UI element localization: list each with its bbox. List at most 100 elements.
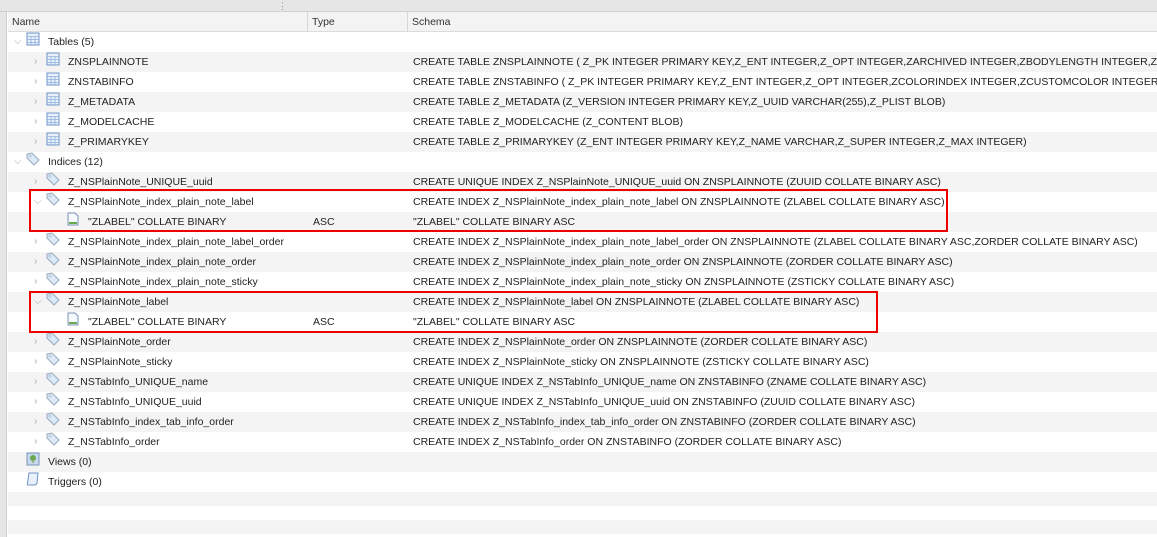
index-row[interactable]: › Z_NSPlainNote_order CREATE INDEX Z_NSPla… (8, 332, 1157, 352)
split-handle[interactable]: ⋮ (278, 1, 287, 11)
table-icon (46, 52, 60, 66)
schema-tree: ⌵ Tables (5) › ZNSPLAINNOTE CREATE TABLE ZNS… (8, 32, 1157, 534)
group-indices[interactable]: ⌵ Indices (12) (8, 152, 1157, 172)
group-tables[interactable]: ⌵ Tables (5) (8, 32, 1157, 52)
row-schema: CREATE UNIQUE INDEX Z_NSTabInfo_UNIQUE_n… (413, 376, 927, 388)
row-name: Indices (12) (48, 156, 103, 168)
index-row[interactable]: › Z_NSTabInfo_index_tab_info_order CREATE … (8, 412, 1157, 432)
trigger-icon (26, 472, 40, 486)
row-schema: CREATE INDEX Z_NSPlainNote_index_plain_n… (413, 256, 953, 268)
row-name: Z_NSTabInfo_UNIQUE_name (68, 376, 209, 388)
index-row[interactable]: › Z_NSTabInfo_UNIQUE_uuid CREATE UNIQUE IN… (8, 392, 1157, 412)
row-name: Z_MODELCACHE (68, 116, 155, 128)
index-row[interactable]: › Z_NSTabInfo_UNIQUE_name CREATE UNIQUE IN… (8, 372, 1157, 392)
index-row[interactable]: › Z_NSPlainNote_sticky CREATE INDEX Z_NSPl… (8, 352, 1157, 372)
column-icon (66, 312, 80, 326)
index-tag-icon (46, 352, 60, 366)
row-schema: CREATE INDEX Z_NSTabInfo_order ON ZNSTAB… (413, 436, 842, 448)
row-name: Views (0) (48, 456, 92, 468)
table-row[interactable]: › ZNSPLAINNOTE CREATE TABLE ZNSPLAINNOTE (… (8, 52, 1157, 72)
row-schema: CREATE INDEX Z_NSPlainNote_index_plain_n… (413, 196, 945, 208)
table-row[interactable]: › Z_MODELCACHE CREATE TABLE Z_MODELCACHE (… (8, 112, 1157, 132)
index-tag-icon (46, 192, 60, 206)
row-name: ZNSTABINFO (68, 76, 134, 88)
chevron-right-icon[interactable]: › (34, 272, 37, 292)
table-icon (26, 32, 40, 46)
index-row[interactable]: › Z_NSPlainNote_index_plain_note_sticky CR… (8, 272, 1157, 292)
column-icon (66, 212, 80, 226)
chevron-right-icon[interactable]: › (34, 72, 37, 92)
row-schema: CREATE INDEX Z_NSPlainNote_sticky ON ZNS… (413, 356, 869, 368)
index-column-row[interactable]: "ZLABEL" COLLATE BINARY ASC "ZLABEL" COLLA… (8, 212, 1157, 232)
empty-row (8, 506, 1157, 520)
row-type: ASC (313, 316, 335, 328)
index-row[interactable]: › Z_NSPlainNote_index_plain_note_label_or… (8, 232, 1157, 252)
chevron-down-icon[interactable]: ⌵ (34, 192, 42, 212)
index-row[interactable]: ⌵ Z_NSPlainNote_label CREATE INDEX Z_NSPla… (8, 292, 1157, 312)
column-name-header[interactable]: Name (8, 12, 308, 32)
row-schema: CREATE TABLE Z_METADATA (Z_VERSION INTEG… (413, 96, 946, 108)
chevron-right-icon[interactable]: › (34, 92, 37, 112)
table-icon (46, 92, 60, 106)
chevron-right-icon[interactable]: › (34, 372, 37, 392)
chevron-down-icon[interactable]: ⌵ (14, 32, 22, 52)
row-schema: CREATE INDEX Z_NSTabInfo_index_tab_info_… (413, 416, 916, 428)
row-name: Z_NSPlainNote_UNIQUE_uuid (68, 176, 213, 188)
row-schema: CREATE TABLE Z_PRIMARYKEY (Z_ENT INTEGER… (413, 136, 1027, 148)
row-name: "ZLABEL" COLLATE BINARY (88, 316, 227, 328)
row-schema: "ZLABEL" COLLATE BINARY ASC (413, 316, 576, 328)
row-schema: CREATE TABLE Z_MODELCACHE (Z_CONTENT BLO… (413, 116, 683, 128)
index-row[interactable]: › Z_NSPlainNote_index_plain_note_order CRE… (8, 252, 1157, 272)
column-header: Name Type Schema (8, 12, 1157, 32)
table-icon (46, 112, 60, 126)
chevron-down-icon[interactable]: ⌵ (14, 152, 22, 172)
chevron-right-icon[interactable]: › (34, 172, 37, 192)
row-name: Z_NSTabInfo_UNIQUE_uuid (68, 396, 202, 408)
index-tag-icon (46, 292, 60, 306)
index-tag-icon (46, 332, 60, 346)
group-triggers[interactable]: Triggers (0) (8, 472, 1157, 492)
chevron-right-icon[interactable]: › (34, 252, 37, 272)
row-name: Z_NSPlainNote_order (68, 336, 171, 348)
index-row[interactable]: ⌵ Z_NSPlainNote_index_plain_note_label CRE… (8, 192, 1157, 212)
table-row[interactable]: › Z_METADATA CREATE TABLE Z_METADATA (Z_VE… (8, 92, 1157, 112)
row-type: ASC (313, 216, 335, 228)
row-name: Z_NSPlainNote_index_plain_note_label (68, 196, 254, 208)
row-schema: CREATE UNIQUE INDEX Z_NSPlainNote_UNIQUE… (413, 176, 941, 188)
chevron-right-icon[interactable]: › (34, 352, 37, 372)
left-edge (0, 12, 7, 537)
row-name: Z_NSPlainNote_index_plain_note_order (68, 256, 256, 268)
row-schema: CREATE TABLE ZNSTABINFO ( Z_PK INTEGER P… (413, 76, 1157, 88)
chevron-right-icon[interactable]: › (34, 52, 37, 72)
chevron-right-icon[interactable]: › (34, 332, 37, 352)
index-row[interactable]: › Z_NSTabInfo_order CREATE INDEX Z_NSTabIn… (8, 432, 1157, 452)
chevron-down-icon[interactable]: ⌵ (34, 292, 42, 312)
group-views[interactable]: Views (0) (8, 452, 1157, 472)
index-tag-icon (46, 272, 60, 286)
index-row[interactable]: › Z_NSPlainNote_UNIQUE_uuid CREATE UNIQUE … (8, 172, 1157, 192)
chevron-right-icon[interactable]: › (34, 132, 37, 152)
index-column-row[interactable]: "ZLABEL" COLLATE BINARY ASC "ZLABEL" COLLA… (8, 312, 1157, 332)
index-tag-icon (46, 252, 60, 266)
row-name: Triggers (0) (48, 476, 102, 488)
table-row[interactable]: › ZNSTABINFO CREATE TABLE ZNSTABINFO ( Z_P… (8, 72, 1157, 92)
row-name: Z_NSPlainNote_sticky (68, 356, 173, 368)
chevron-right-icon[interactable]: › (34, 232, 37, 252)
chevron-right-icon[interactable]: › (34, 392, 37, 412)
row-name: Z_PRIMARYKEY (68, 136, 149, 148)
chevron-right-icon[interactable]: › (34, 412, 37, 432)
row-name: Z_NSPlainNote_index_plain_note_sticky (68, 276, 258, 288)
row-schema: "ZLABEL" COLLATE BINARY ASC (413, 216, 576, 228)
column-schema-header[interactable]: Schema (408, 12, 1157, 32)
row-schema: CREATE INDEX Z_NSPlainNote_index_plain_n… (413, 276, 955, 288)
table-row[interactable]: › Z_PRIMARYKEY CREATE TABLE Z_PRIMARYKEY (… (8, 132, 1157, 152)
row-schema: CREATE TABLE ZNSPLAINNOTE ( Z_PK INTEGER… (413, 56, 1157, 68)
row-schema: CREATE UNIQUE INDEX Z_NSTabInfo_UNIQUE_u… (413, 396, 915, 408)
row-name: Z_METADATA (68, 96, 136, 108)
index-tag-icon (46, 172, 60, 186)
column-type-header[interactable]: Type (308, 12, 408, 32)
row-name: Tables (5) (48, 36, 95, 48)
chevron-right-icon[interactable]: › (34, 432, 37, 452)
toolbar-strip: ⋮ (0, 0, 1157, 12)
chevron-right-icon[interactable]: › (34, 112, 37, 132)
